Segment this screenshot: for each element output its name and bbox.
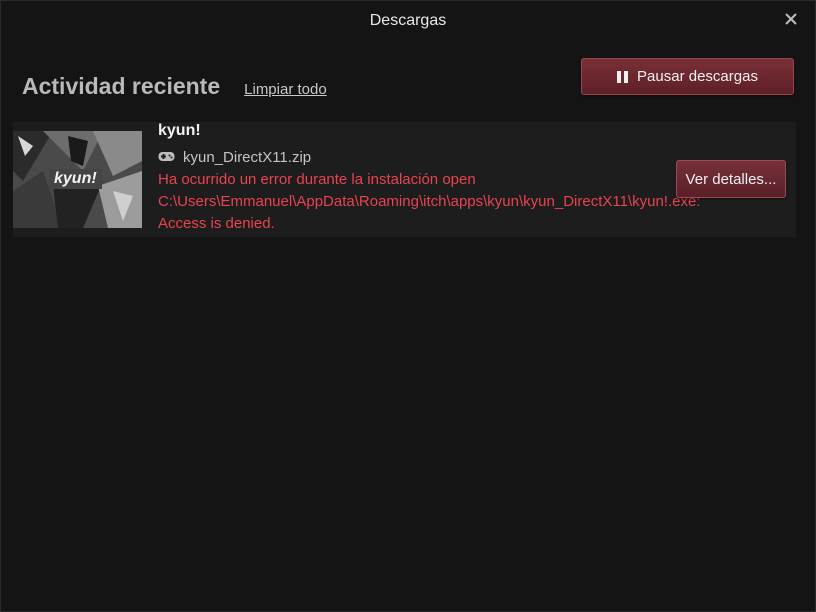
section-title: Actividad reciente — [22, 73, 221, 99]
download-item: kyun! kyun! kyun_DirectX11.zip Ha ocurri… — [13, 122, 796, 237]
pause-downloads-button[interactable]: Pausar descargas — [581, 58, 794, 95]
error-line: Access is denied. — [158, 215, 275, 232]
section-header: Actividad reciente Limpiar todo — [22, 73, 327, 100]
window-title: Descargas — [369, 12, 447, 29]
gamepad-icon — [158, 149, 175, 166]
file-name: kyun_DirectX11.zip — [183, 149, 312, 166]
clear-all-link[interactable]: Limpiar todo — [244, 81, 327, 98]
downloads-window: Descargas Actividad reciente Limpiar tod… — [0, 0, 816, 612]
window-titlebar: Descargas — [1, 1, 815, 41]
thumbnail-title: kyun! — [49, 169, 102, 189]
game-title[interactable]: kyun! — [158, 122, 201, 140]
pause-downloads-label: Pausar descargas — [637, 68, 758, 85]
view-details-button[interactable]: Ver detalles... — [676, 160, 786, 198]
game-thumbnail[interactable]: kyun! — [13, 131, 142, 228]
pause-icon — [617, 70, 629, 83]
file-row: kyun_DirectX11.zip — [158, 149, 311, 166]
close-icon[interactable] — [781, 9, 801, 29]
